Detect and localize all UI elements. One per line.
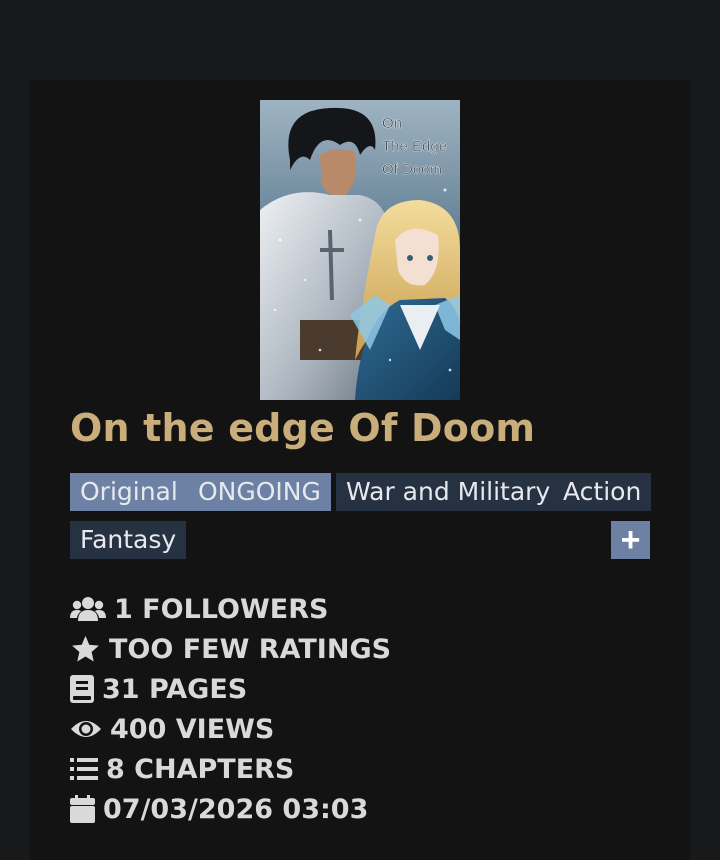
users-icon bbox=[70, 596, 106, 622]
stat-followers: 1 FOLLOWERS bbox=[70, 589, 328, 629]
cover-title-line-1: On bbox=[382, 115, 402, 132]
stat-pages: 31 PAGES bbox=[70, 669, 247, 709]
stat-date: 07/03/2026 03:03 bbox=[70, 789, 368, 829]
calendar-icon bbox=[70, 795, 95, 823]
views-count: 400 VIEWS bbox=[110, 713, 275, 745]
cover-title-line-3: Of Doom bbox=[382, 161, 442, 178]
cover-illustration: On The Edge Of Doom bbox=[260, 100, 460, 400]
stat-views: 400 VIEWS bbox=[70, 709, 274, 749]
pages-count: 31 PAGES bbox=[102, 673, 248, 705]
date-text: 07/03/2026 03:03 bbox=[103, 793, 369, 825]
tag-war-and-military[interactable]: War and Military bbox=[336, 473, 561, 511]
tag-action[interactable]: Action bbox=[553, 473, 652, 511]
book-icon bbox=[70, 675, 94, 703]
tag-original[interactable]: Original bbox=[70, 473, 188, 511]
cover-title-line-2: The Edge bbox=[382, 138, 447, 155]
chapters-count: 8 CHAPTERS bbox=[106, 753, 295, 785]
cover-image[interactable]: On The Edge Of Doom bbox=[260, 100, 460, 400]
star-icon bbox=[70, 634, 101, 664]
stat-ratings: TOO FEW RATINGS bbox=[70, 629, 391, 669]
stat-chapters: 8 CHAPTERS bbox=[70, 749, 294, 789]
list-icon bbox=[70, 757, 98, 781]
ratings-text: TOO FEW RATINGS bbox=[109, 633, 392, 665]
eye-icon bbox=[70, 717, 102, 741]
tag-ongoing[interactable]: ONGOING bbox=[188, 473, 331, 511]
followers-count: 1 FOLLOWERS bbox=[114, 593, 329, 625]
tag-fantasy[interactable]: Fantasy bbox=[70, 521, 187, 559]
add-tag-button[interactable]: + bbox=[611, 521, 650, 559]
novel-title: On the edge Of Doom bbox=[70, 406, 536, 450]
